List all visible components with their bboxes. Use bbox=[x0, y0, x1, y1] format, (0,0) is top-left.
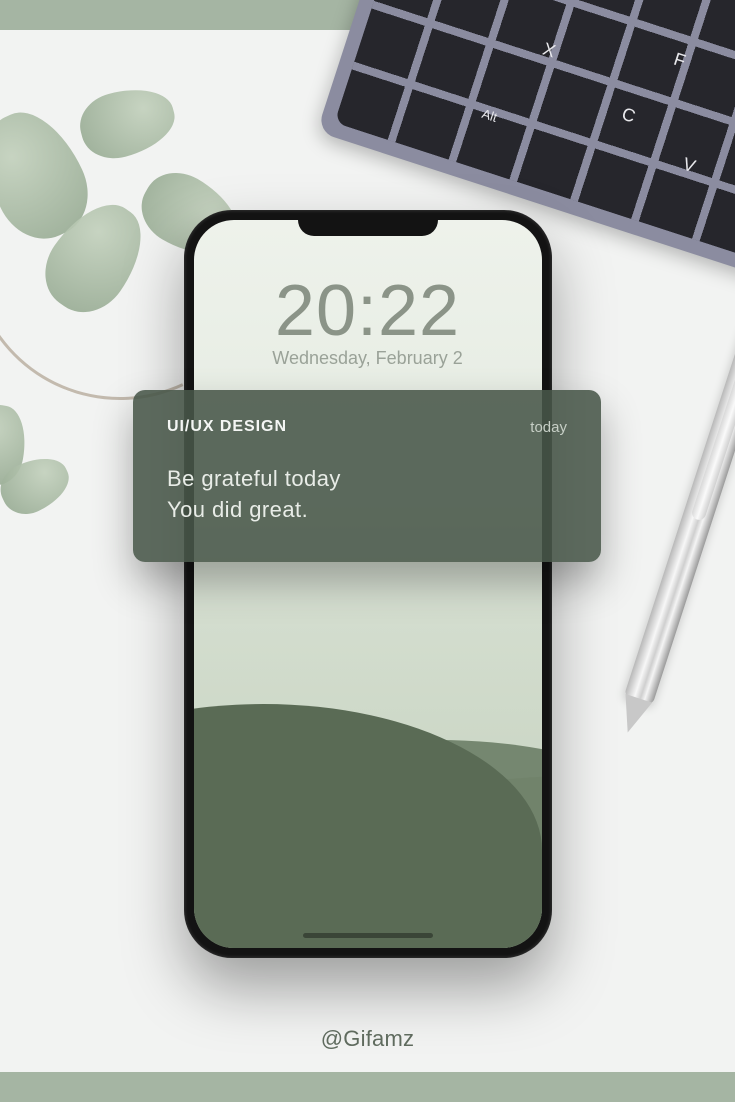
notification-body: Be grateful today You did great. bbox=[167, 464, 567, 526]
author-handle: @Gifamz bbox=[321, 1026, 415, 1052]
notification-line1: Be grateful today bbox=[167, 464, 567, 495]
notification-timestamp: today bbox=[530, 419, 567, 436]
poster-canvas: X F C Alt V 20:22 Wednesday, February 2 … bbox=[0, 0, 735, 1102]
bottom-accent-bar bbox=[0, 1072, 735, 1102]
lockscreen-time: 20:22 bbox=[194, 270, 542, 352]
home-indicator[interactable] bbox=[303, 933, 433, 938]
pen-prop bbox=[624, 315, 735, 705]
notification-app-name: UI/UX DESIGN bbox=[167, 418, 287, 436]
lockscreen-clock: 20:22 Wednesday, February 2 bbox=[194, 220, 542, 369]
phone-frame: 20:22 Wednesday, February 2 bbox=[184, 210, 552, 958]
lockscreen-date: Wednesday, February 2 bbox=[194, 348, 542, 369]
notification-line2: You did great. bbox=[167, 495, 567, 526]
wallpaper-mountains bbox=[194, 497, 542, 948]
notification-card[interactable]: UI/UX DESIGN today Be grateful today You… bbox=[133, 390, 601, 562]
phone-screen[interactable]: 20:22 Wednesday, February 2 bbox=[194, 220, 542, 948]
